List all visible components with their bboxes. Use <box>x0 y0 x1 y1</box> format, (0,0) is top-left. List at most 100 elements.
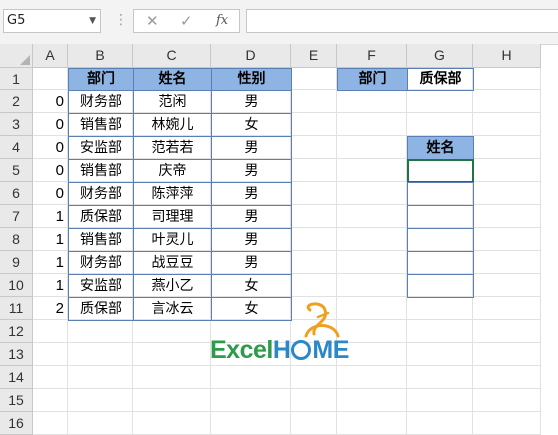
row-header-1[interactable]: 1 <box>0 68 33 90</box>
cell[interactable] <box>473 389 541 412</box>
cell[interactable] <box>133 389 211 412</box>
cell[interactable] <box>68 320 133 343</box>
cell[interactable] <box>407 343 473 366</box>
dept-cell[interactable]: 质保部 <box>68 297 134 321</box>
cell[interactable] <box>407 366 473 389</box>
table-header[interactable]: 部门 <box>68 68 134 91</box>
dept-cell[interactable]: 销售部 <box>68 113 134 137</box>
column-header-e[interactable]: E <box>291 44 337 68</box>
helper-index-cell[interactable]: 1 <box>33 228 68 251</box>
cell[interactable] <box>337 182 407 205</box>
cell[interactable] <box>473 320 541 343</box>
dept-cell[interactable]: 销售部 <box>68 228 134 252</box>
column-header-b[interactable]: B <box>68 44 133 68</box>
result-cell-selected[interactable] <box>407 159 474 183</box>
name-cell[interactable]: 言冰云 <box>133 297 212 321</box>
cell[interactable] <box>133 412 211 435</box>
name-cell[interactable]: 战豆豆 <box>133 251 212 275</box>
cell[interactable] <box>337 136 407 159</box>
column-header-g[interactable]: G <box>407 44 473 68</box>
dept-cell[interactable]: 财务部 <box>68 251 134 275</box>
drag-handle-icon[interactable]: ⋮ <box>114 12 128 28</box>
helper-index-cell[interactable]: 0 <box>33 182 68 205</box>
cell[interactable] <box>473 113 541 136</box>
cell[interactable] <box>407 320 473 343</box>
cell[interactable] <box>291 90 337 113</box>
cell[interactable] <box>291 136 337 159</box>
cell[interactable] <box>68 343 133 366</box>
row-header-15[interactable]: 15 <box>0 389 33 412</box>
column-header-f[interactable]: F <box>337 44 407 68</box>
cell[interactable] <box>291 182 337 205</box>
helper-index-cell[interactable]: 0 <box>33 136 68 159</box>
close-icon[interactable]: ✕ <box>146 12 159 30</box>
result-cell[interactable] <box>407 251 474 275</box>
criteria-dept-value[interactable]: 质保部 <box>407 68 474 91</box>
gender-cell[interactable]: 男 <box>211 182 292 206</box>
cell[interactable] <box>337 90 407 113</box>
cell[interactable] <box>291 205 337 228</box>
gender-cell[interactable]: 男 <box>211 159 292 183</box>
cell[interactable] <box>473 68 541 90</box>
cell[interactable] <box>337 159 407 182</box>
cell[interactable] <box>407 389 473 412</box>
cell[interactable] <box>337 228 407 251</box>
helper-index-cell[interactable]: 1 <box>33 205 68 228</box>
table-header[interactable]: 姓名 <box>133 68 212 91</box>
dept-cell[interactable]: 财务部 <box>68 182 134 206</box>
row-header-16[interactable]: 16 <box>0 412 33 435</box>
cell[interactable] <box>291 228 337 251</box>
gender-cell[interactable]: 男 <box>211 228 292 252</box>
gender-cell[interactable]: 男 <box>211 90 292 114</box>
cell[interactable] <box>68 366 133 389</box>
dept-cell[interactable]: 销售部 <box>68 159 134 183</box>
helper-index-cell[interactable]: 1 <box>33 251 68 274</box>
gender-cell[interactable]: 男 <box>211 136 292 160</box>
cell[interactable] <box>133 320 211 343</box>
cell[interactable] <box>291 159 337 182</box>
dept-cell[interactable]: 质保部 <box>68 205 134 229</box>
table-header[interactable]: 性别 <box>211 68 292 91</box>
column-header-h[interactable]: H <box>473 44 541 68</box>
row-header-3[interactable]: 3 <box>0 113 33 136</box>
helper-index-cell[interactable]: 1 <box>33 274 68 297</box>
gender-cell[interactable]: 男 <box>211 205 292 229</box>
row-header-10[interactable]: 10 <box>0 274 33 297</box>
cell[interactable] <box>473 297 541 320</box>
cell[interactable] <box>291 68 337 90</box>
cell[interactable] <box>211 389 291 412</box>
helper-index-cell[interactable]: 0 <box>33 90 68 113</box>
cell[interactable] <box>407 412 473 435</box>
cell[interactable] <box>473 159 541 182</box>
helper-index-cell[interactable]: 0 <box>33 113 68 136</box>
cell[interactable] <box>33 343 68 366</box>
cell[interactable] <box>473 136 541 159</box>
name-cell[interactable]: 叶灵儿 <box>133 228 212 252</box>
check-icon[interactable]: ✓ <box>180 12 193 30</box>
cell[interactable] <box>473 343 541 366</box>
cell[interactable] <box>473 274 541 297</box>
helper-index-cell[interactable]: 2 <box>33 297 68 320</box>
row-header-12[interactable]: 12 <box>0 320 33 343</box>
cell[interactable] <box>337 205 407 228</box>
name-cell[interactable]: 范闲 <box>133 90 212 114</box>
name-cell[interactable]: 陈萍萍 <box>133 182 212 206</box>
cell[interactable] <box>473 228 541 251</box>
cell[interactable] <box>291 113 337 136</box>
helper-index-cell[interactable]: 0 <box>33 159 68 182</box>
column-header-a[interactable]: A <box>33 44 68 68</box>
row-header-4[interactable]: 4 <box>0 136 33 159</box>
name-cell[interactable]: 燕小乙 <box>133 274 212 298</box>
dept-cell[interactable]: 安监部 <box>68 136 134 160</box>
cell[interactable] <box>33 389 68 412</box>
result-name-header[interactable]: 姓名 <box>407 136 474 160</box>
cell[interactable] <box>473 366 541 389</box>
cell[interactable] <box>33 412 68 435</box>
cell[interactable] <box>33 366 68 389</box>
row-header-8[interactable]: 8 <box>0 228 33 251</box>
cell[interactable] <box>68 389 133 412</box>
cell[interactable] <box>337 113 407 136</box>
gender-cell[interactable]: 男 <box>211 251 292 275</box>
cell[interactable] <box>291 389 337 412</box>
cell[interactable] <box>407 90 473 113</box>
